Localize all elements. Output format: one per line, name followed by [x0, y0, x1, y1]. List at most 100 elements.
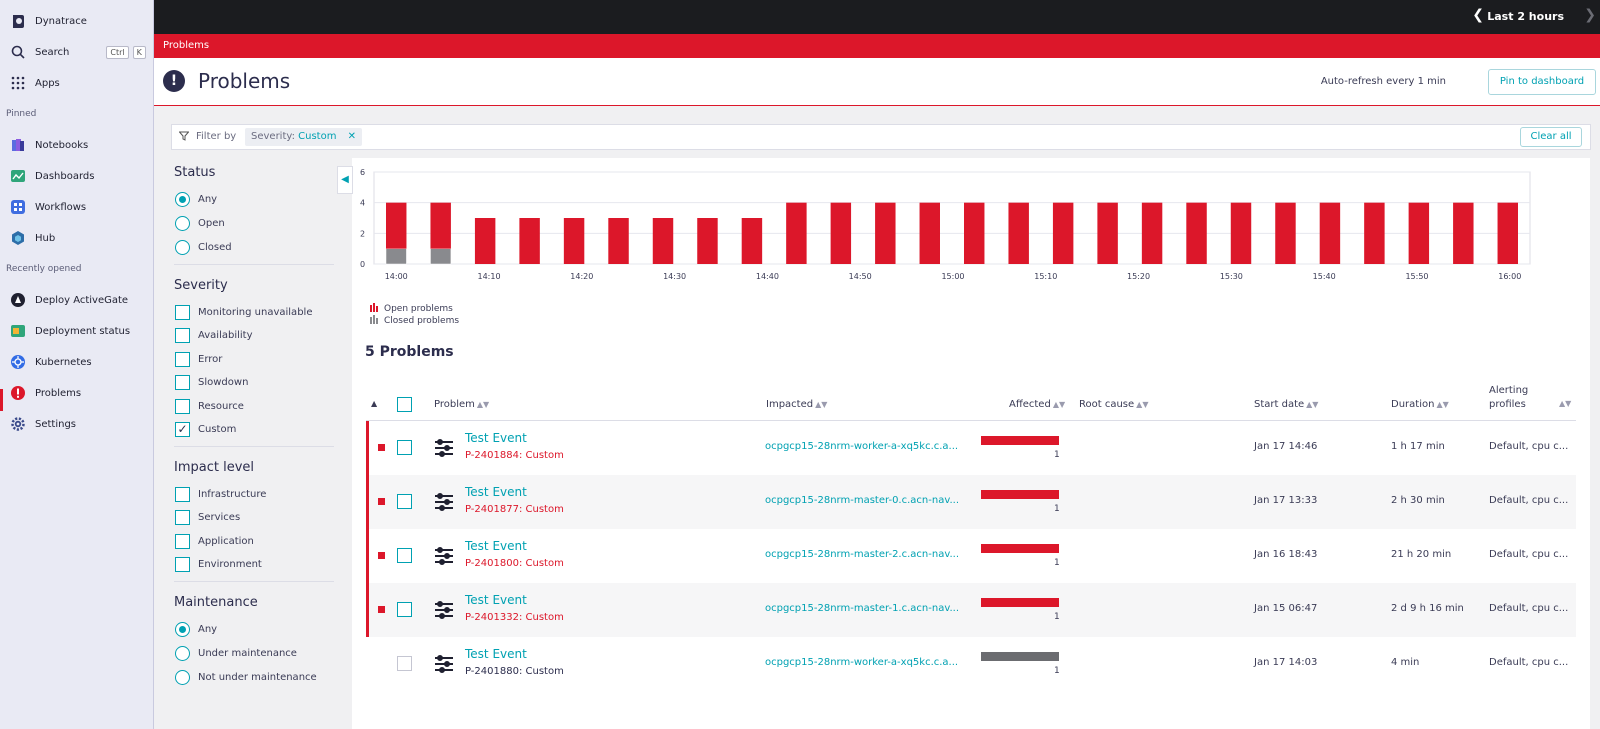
radio-button[interactable] [175, 239, 190, 255]
checkbox[interactable] [175, 327, 190, 343]
row-checkbox[interactable] [397, 656, 412, 671]
option-label: Any [198, 193, 218, 205]
status-option-any[interactable]: Any [175, 191, 217, 207]
sidebar-item-hub[interactable]: Hub [10, 228, 55, 248]
sidebar-item-search[interactable]: Search Ctrl K [10, 42, 146, 62]
impacted-entity-link[interactable]: ocpgcp15-28nrm-master-2.c.acn-nav... [765, 549, 959, 560]
sidebar-item-deployment-status[interactable]: Deployment status [10, 321, 130, 341]
table-row[interactable]: Test Event P-2401877: Custom ocpgcp15-28… [366, 475, 1576, 529]
maintenance-option-under[interactable]: Under maintenance [175, 645, 297, 661]
option-label: Resource [198, 400, 244, 412]
maintenance-option-any[interactable]: Any [175, 621, 217, 637]
column-header-impacted[interactable]: Impacted ▲▼ [766, 399, 827, 410]
severity-option-slowdown[interactable]: Slowdown [175, 374, 248, 390]
checkbox[interactable] [175, 533, 190, 549]
option-label: Environment [198, 558, 262, 570]
radio-button[interactable] [175, 669, 190, 685]
impacted-entity-link[interactable]: ocpgcp15-28nrm-master-0.c.acn-nav... [765, 495, 959, 506]
row-checkbox[interactable] [397, 494, 412, 509]
table-row[interactable]: Test Event P-2401884: Custom ocpgcp15-28… [366, 421, 1576, 475]
severity-option-error[interactable]: Error [175, 351, 222, 367]
chart-bar-open [1275, 202, 1296, 264]
table-row[interactable]: Test Event P-2401332: Custom ocpgcp15-28… [366, 583, 1576, 637]
chart-bar-open [608, 218, 629, 264]
maintenance-option-not-under[interactable]: Not under maintenance [175, 669, 317, 685]
checkbox[interactable] [175, 509, 190, 525]
radio-button[interactable] [175, 645, 190, 661]
timeframe-next-icon[interactable]: ❯ [1584, 7, 1596, 23]
status-option-closed[interactable]: Closed [175, 239, 232, 255]
checkbox[interactable] [175, 486, 190, 502]
radio-button[interactable] [175, 191, 190, 207]
checkbox[interactable] [175, 351, 190, 367]
sort-all-icon[interactable]: ▲ [371, 399, 377, 408]
checkbox[interactable] [175, 556, 190, 572]
sort-icon: ▲▼ [815, 400, 828, 409]
select-all-checkbox[interactable] [397, 397, 412, 412]
legend-item-closed[interactable]: Closed problems [370, 315, 459, 327]
problem-name-link[interactable]: Test Event [465, 485, 527, 499]
table-row[interactable]: Test Event P-2401800: Custom ocpgcp15-28… [366, 529, 1576, 583]
pin-to-dashboard-button[interactable]: Pin to dashboard [1488, 69, 1596, 95]
remove-filter-icon[interactable]: ✕ [348, 131, 356, 142]
checkbox[interactable] [175, 304, 190, 320]
sidebar-item-settings[interactable]: Settings [10, 414, 76, 434]
sidebar-item-notebooks[interactable]: Notebooks [10, 135, 88, 155]
sidebar-item-deploy-activegate[interactable]: Deploy ActiveGate [10, 290, 128, 310]
problem-name-link[interactable]: Test Event [465, 593, 527, 607]
impacted-entity-link[interactable]: ocpgcp15-28nrm-master-1.c.acn-nav... [765, 603, 959, 614]
clear-all-button[interactable]: Clear all [1520, 127, 1582, 147]
radio-button[interactable] [175, 215, 190, 231]
start-date: Jan 16 18:43 [1254, 549, 1318, 560]
impact-option-infrastructure[interactable]: Infrastructure [175, 486, 266, 502]
severity-option-custom[interactable]: ✓ Custom [175, 421, 236, 437]
sidebar-item-apps[interactable]: Apps [10, 73, 60, 93]
filter-bar[interactable]: Filter by Severity: Custom ✕ Clear all [171, 124, 1591, 150]
checkbox[interactable] [175, 398, 190, 414]
severity-option-availability[interactable]: Availability [175, 327, 253, 343]
option-label: Open [198, 217, 225, 229]
severity-option-resource[interactable]: Resource [175, 398, 244, 414]
filter-chip-severity[interactable]: Severity: Custom ✕ [245, 128, 363, 146]
row-checkbox[interactable] [397, 440, 412, 455]
impacted-entity-link[interactable]: ocpgcp15-28nrm-worker-a-xq5kc.c.a... [765, 657, 958, 668]
app-bar-title: Problems [163, 40, 210, 51]
column-header-start-date[interactable]: Start date ▲▼ [1254, 399, 1318, 410]
duration: 2 h 30 min [1391, 495, 1445, 506]
x-tick-label: 15:40 [1313, 272, 1336, 281]
legend-item-open[interactable]: Open problems [370, 303, 459, 315]
impact-option-services[interactable]: Services [175, 509, 240, 525]
radio-button[interactable] [175, 621, 190, 637]
sidebar-item-kubernetes[interactable]: Kubernetes [10, 352, 92, 372]
problem-name-link[interactable]: Test Event [465, 647, 527, 661]
collapse-filters-icon[interactable]: ◀ [337, 166, 353, 194]
row-checkbox[interactable] [397, 548, 412, 563]
column-header-alerting-profiles[interactable]: Alerting profiles [1489, 384, 1528, 412]
sort-icon[interactable]: ▲▼ [1559, 399, 1571, 408]
column-header-affected[interactable]: Affected ▲▼ [1009, 399, 1065, 410]
severity-option-monitoring-unavailable[interactable]: Monitoring unavailable [175, 304, 312, 320]
alerting-profiles: Default, cpu c... [1489, 657, 1569, 668]
timeframe-selector[interactable]: Last 2 hours [1487, 10, 1564, 23]
impact-option-application[interactable]: Application [175, 533, 254, 549]
sidebar-item-dashboards[interactable]: Dashboards [10, 166, 94, 186]
status-option-open[interactable]: Open [175, 215, 225, 231]
sidebar-item-problems[interactable]: Problems [10, 383, 81, 403]
checkbox-checked[interactable]: ✓ [175, 421, 190, 437]
table-row[interactable]: Test Event P-2401880: Custom ocpgcp15-28… [366, 637, 1576, 691]
impact-option-environment[interactable]: Environment [175, 556, 262, 572]
x-tick-label: 14:20 [570, 272, 593, 281]
checkbox[interactable] [175, 374, 190, 390]
problem-name-link[interactable]: Test Event [465, 539, 527, 553]
column-header-duration[interactable]: Duration ▲▼ [1391, 399, 1449, 410]
problems-count: 5 Problems [365, 344, 454, 360]
column-header-root-cause[interactable]: Root cause ▲▼ [1079, 399, 1148, 410]
chart-bar-open [1230, 202, 1252, 264]
row-checkbox[interactable] [397, 602, 412, 617]
problem-name-link[interactable]: Test Event [465, 431, 527, 445]
sidebar-item-dynatrace[interactable]: Dynatrace [10, 11, 87, 31]
impacted-entity-link[interactable]: ocpgcp15-28nrm-worker-a-xq5kc.c.a... [765, 441, 958, 452]
timeframe-prev-icon[interactable]: ❮ [1472, 7, 1484, 23]
column-header-problem[interactable]: Problem ▲▼ [434, 399, 489, 410]
sidebar-item-workflows[interactable]: Workflows [10, 197, 86, 217]
